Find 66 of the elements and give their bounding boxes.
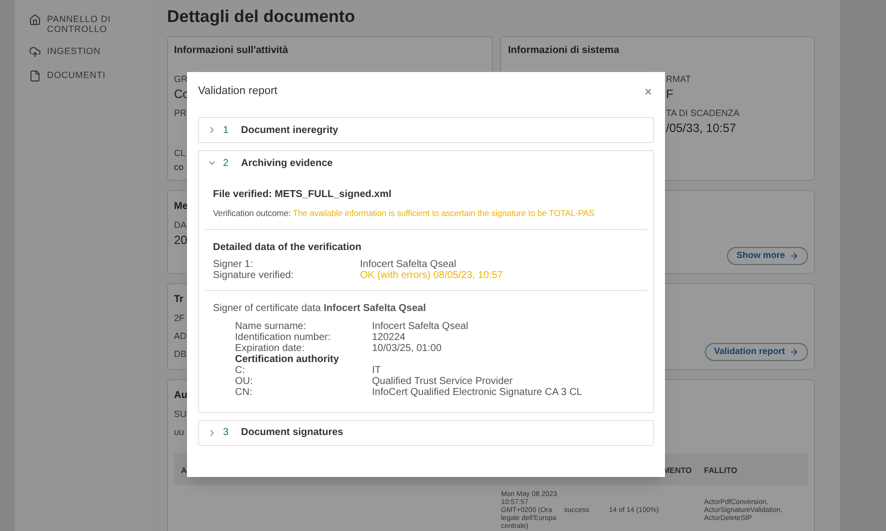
detail-value: InfoCert Qualified Electronic Signature CA 3 CL [372,386,584,398]
section-title: Document ineregrity [241,124,338,138]
field-label: DB [174,348,187,361]
field-label: 2F [174,312,185,325]
section-title: Document signatures [241,426,344,440]
detail-label: OU: [235,376,254,387]
detail-value: 120224 [372,332,406,343]
link-button[interactable]: Validation report [704,343,808,361]
detail-label: C: [235,364,246,376]
detail-label: Signature verified: [213,270,295,281]
section-number: 3 [223,426,230,440]
field-label: DA [174,218,187,232]
field-label: AD [174,330,187,343]
accordion-header[interactable]: 2 Archiving evidence [199,151,653,175]
card-title: Au [174,389,188,403]
dialog-title: Validation report [198,84,278,99]
authority-heading: Certification authority [235,354,340,365]
field-label: PR [174,106,187,120]
field-value: /05/33, 10:57 [666,120,736,136]
close-button[interactable]: × [642,84,654,98]
field-value: F [666,86,674,102]
detail-value: IT [372,364,382,376]
arrow-right-icon [789,347,799,357]
card-title: Informazioni di sistema [508,44,620,58]
column-header: FALLITO [704,465,738,477]
field-label: RMAT [666,72,691,86]
arrow-right-icon [789,251,799,261]
column-header: A [180,465,188,477]
sidebar-item[interactable]: PANNELLO DI CONTROLLO [29,14,119,34]
section-number: 1 [223,124,230,138]
sidebar-item[interactable]: DOCUMENTI [29,70,119,82]
detail-label: Name surname: [235,320,308,332]
field-value: co [174,160,184,174]
page-title: Dettagli del documento [167,6,356,28]
section-title: Archiving evidence [241,156,333,170]
link-button[interactable]: Show more [727,247,808,265]
section-number: 2 [223,156,230,170]
outcome-text: The available information is sufficient to ascertain the signature to be TOTAL-PAS [292,208,594,218]
field-label: uu [174,426,184,439]
detail-value: Infocert Safelta Qseal [372,320,470,332]
field-label: GR [174,72,188,86]
accordion-header[interactable]: 1 Document ineregrity [199,118,653,142]
home-icon [29,14,41,26]
detail-label: CN: [235,386,254,398]
sidebar-item[interactable]: INGESTION [29,46,119,58]
detail-value: 10/03/25, 01:00 [372,342,443,354]
cloud-upload-icon [29,46,41,58]
outcome-label: Verification outcome: [213,208,291,218]
field-label: CL [174,146,186,160]
document-icon [29,70,41,82]
field-value: 20 [174,232,188,248]
file-verified-text: File verified: METS_FULL_signed.xml [213,188,392,202]
card-title: Me [174,200,188,214]
detail-value: Qualified Trust Service Provider [372,376,514,387]
detail-label: Signer 1: [213,258,254,270]
detail-label: Expiration date: [235,342,306,354]
card-title: Tr [174,293,184,307]
accordion-header[interactable]: 3 Document signatures [199,420,653,445]
details-title: Detailed data of the verification [213,240,362,255]
field-label: TA DI SCADENZA [666,106,740,120]
detail-value: Infocert Safelta Qseal [360,258,458,270]
detail-label: Identification number: [235,332,332,343]
field-label: SU [174,408,187,421]
certificate-title: Signer of certificate data Infocert Safelta Qseal [213,302,427,316]
detail-value: OK (with errors) 08/05/23, 10:57 [360,270,504,281]
card-title: Informazioni sull'attività [174,44,290,58]
